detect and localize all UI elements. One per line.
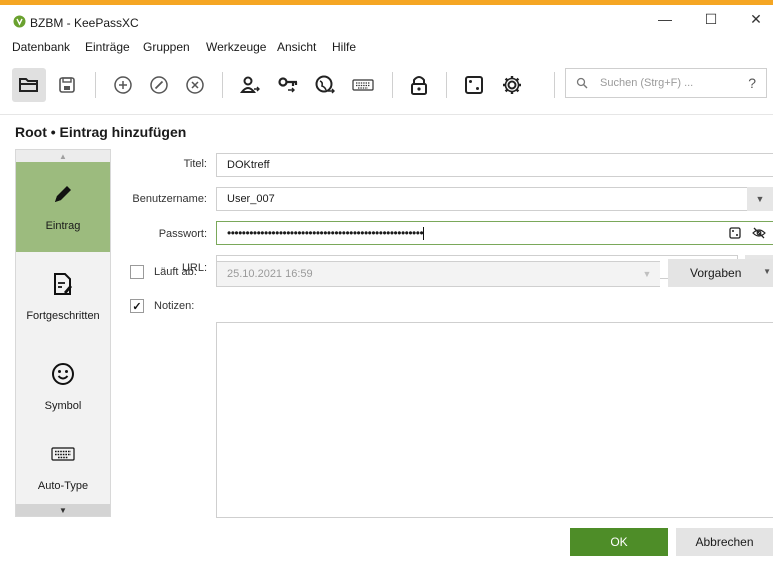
pencil-icon: [51, 182, 75, 206]
menu-werkzeuge[interactable]: Werkzeuge: [206, 40, 266, 54]
open-url-button[interactable]: [308, 68, 342, 102]
open-database-button[interactable]: [12, 68, 46, 102]
delete-entry-icon: [186, 76, 204, 94]
dice-icon: [729, 227, 741, 239]
toolbar-separator: [446, 72, 447, 98]
open-url-icon: [315, 75, 335, 94]
sidebar-item-fortgeschritten[interactable]: Fortgeschritten: [16, 252, 110, 342]
cancel-button[interactable]: Abbrechen: [676, 528, 773, 556]
toolbar-separator: [554, 72, 555, 98]
close-icon: ✕: [750, 10, 762, 27]
text-cursor: [423, 227, 425, 241]
password-label: Passwort:: [158, 228, 207, 240]
toolbar-separator: [222, 72, 223, 98]
edit-entry-button[interactable]: [142, 68, 176, 102]
sidebar-item-label: Eintrag: [45, 220, 81, 232]
toggle-password-visibility-button[interactable]: [752, 227, 766, 242]
notes-label: Notizen:: [154, 300, 195, 312]
settings-icon: [503, 76, 521, 94]
delete-entry-button[interactable]: [178, 68, 212, 102]
sidebar-item-eintrag[interactable]: Eintrag: [16, 162, 110, 252]
search-placeholder: Suchen (Strg+F) ...: [600, 77, 694, 89]
menu-gruppen[interactable]: Gruppen: [143, 40, 190, 54]
copy-username-icon: [240, 76, 260, 93]
expires-label: Läuft ab:: [154, 266, 197, 278]
entry-category-sidebar: ▲ Eintrag Fortgeschritten Symbol Auto-Ty…: [15, 149, 111, 517]
copy-password-button[interactable]: [271, 68, 305, 102]
search-field[interactable]: Suchen (Strg+F) ... ?: [565, 68, 767, 98]
sidebar-item-label: Symbol: [44, 400, 82, 412]
maximize-button[interactable]: ☐: [688, 5, 734, 33]
advanced-document-icon: [51, 272, 75, 296]
menu-hilfe[interactable]: Hilfe: [332, 40, 356, 54]
notes-checkbox[interactable]: ✓: [130, 299, 144, 313]
page-title: Root • Eintrag hinzufügen: [15, 124, 187, 140]
menu-eintraege[interactable]: Einträge: [85, 40, 130, 54]
auto-type-icon: [352, 79, 374, 91]
chevron-down-icon: ▼: [763, 267, 771, 276]
open-database-icon: [19, 78, 38, 92]
copy-password-icon: [278, 77, 298, 93]
sidebar-scroll-down-button[interactable]: ▼: [16, 504, 110, 516]
menu-ansicht[interactable]: Ansicht: [277, 40, 316, 54]
generate-password-button[interactable]: [729, 227, 741, 242]
title-input[interactable]: DOKtreff: [216, 153, 773, 177]
maximize-icon: ☐: [704, 10, 718, 27]
username-input[interactable]: User_007: [216, 187, 773, 211]
presets-button[interactable]: Vorgaben ▼: [668, 259, 773, 287]
smiley-icon: [51, 362, 75, 386]
sidebar-item-symbol[interactable]: Symbol: [16, 342, 110, 432]
search-help-button[interactable]: ?: [748, 75, 756, 91]
expires-value: 25.10.2021 16:59: [227, 268, 313, 280]
presets-label: Vorgaben: [690, 266, 742, 280]
notes-textarea[interactable]: [216, 322, 773, 518]
expires-datetime-input[interactable]: 25.10.2021 16:59: [216, 261, 660, 287]
chevron-down-icon: ▼: [755, 194, 765, 204]
menu-datenbank[interactable]: Datenbank: [12, 40, 70, 54]
settings-button[interactable]: [495, 68, 529, 102]
password-generator-icon: [465, 76, 483, 94]
window-title: BZBM - KeePassXC: [30, 16, 139, 30]
username-dropdown-button[interactable]: ▼: [747, 187, 773, 211]
password-generator-button[interactable]: [457, 68, 491, 102]
search-icon: [576, 77, 588, 92]
title-label: Titel:: [183, 158, 207, 170]
sidebar-item-label: Auto-Type: [37, 480, 89, 492]
expires-calendar-dropdown[interactable]: ▼: [634, 262, 660, 286]
toolbar-separator: [392, 72, 393, 98]
keyboard-icon: [51, 442, 75, 466]
sidebar-item-label: Fortgeschritten: [26, 310, 100, 322]
add-entry-icon: [114, 76, 132, 94]
password-input[interactable]: ••••••••••••••••••••••••••••••••••••••••…: [216, 221, 773, 245]
add-entry-button[interactable]: [106, 68, 140, 102]
ok-button[interactable]: OK: [570, 528, 668, 556]
menu-bar: Datenbank Einträge Gruppen Werkzeuge Ans…: [0, 38, 773, 58]
password-value: ••••••••••••••••••••••••••••••••••••••••…: [227, 226, 424, 240]
toolbar-separator: [95, 72, 96, 98]
lock-database-button[interactable]: [402, 68, 436, 102]
username-label: Benutzername:: [132, 193, 207, 205]
lock-database-icon: [411, 76, 427, 95]
close-window-button[interactable]: ✕: [733, 5, 773, 33]
header-divider: [0, 114, 773, 115]
save-database-button[interactable]: [50, 68, 84, 102]
save-database-icon: [59, 77, 75, 93]
sidebar-scroll-up-button[interactable]: ▲: [16, 150, 110, 162]
username-value: User_007: [227, 193, 275, 205]
expires-checkbox[interactable]: [130, 265, 144, 279]
keepassxc-logo-icon: [13, 15, 26, 28]
auto-type-button[interactable]: [346, 68, 380, 102]
minimize-icon: —: [658, 11, 672, 27]
chevron-down-icon: ▼: [642, 269, 652, 279]
eye-slash-icon: [752, 227, 766, 239]
copy-username-button[interactable]: [233, 68, 267, 102]
sidebar-item-auto-type[interactable]: Auto-Type: [16, 422, 110, 512]
minimize-button[interactable]: —: [642, 5, 688, 33]
edit-entry-icon: [150, 76, 168, 94]
